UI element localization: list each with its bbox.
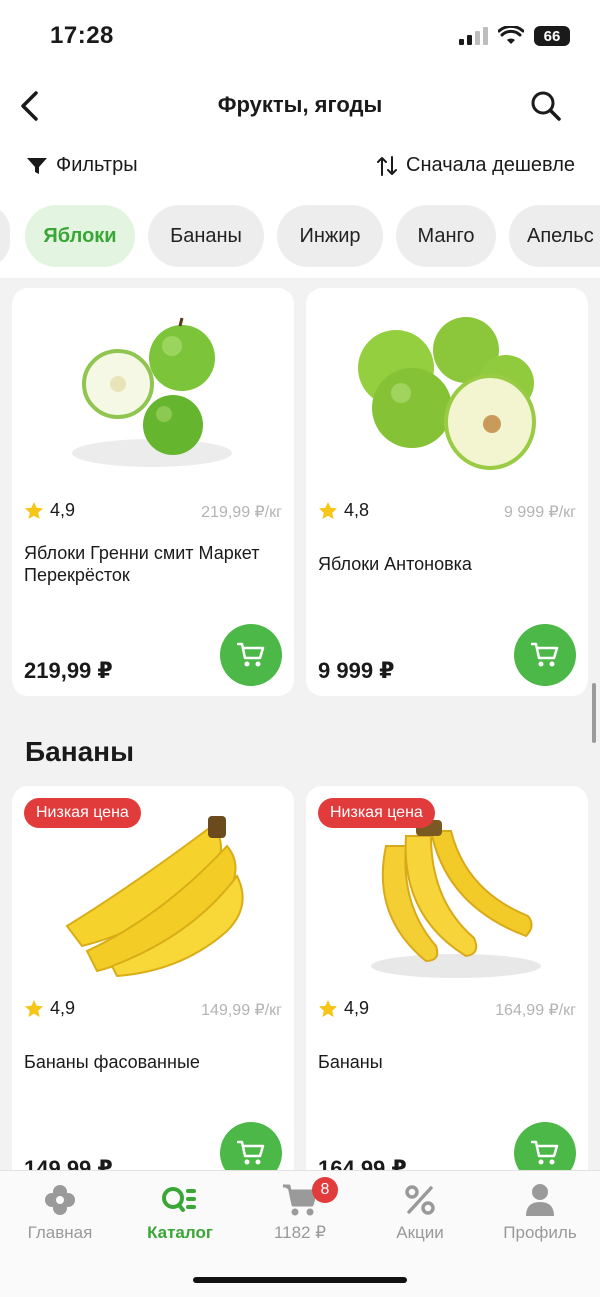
product-image-apples: [358, 317, 536, 470]
star-icon: [25, 999, 43, 1017]
rating-value: 4,9: [50, 998, 76, 1018]
product-price: 219,99 ₽: [24, 658, 113, 683]
filter-icon: [27, 157, 47, 174]
cart-count-badge: 8: [312, 1177, 338, 1203]
sort-button[interactable]: Сначала дешевле: [376, 154, 575, 177]
page-title: Фрукты, ягоды: [217, 92, 383, 117]
unit-price: 219,99 ₽/кг: [201, 504, 282, 521]
rating: 4,9: [24, 998, 75, 1019]
rating-value: 4,9: [344, 998, 370, 1018]
cart-icon: [531, 642, 559, 667]
status-time: 17:28: [50, 22, 114, 49]
sort-icon: [377, 155, 398, 176]
product-name: Бананы фасованные: [24, 1052, 200, 1072]
rating-value: 4,9: [50, 500, 76, 520]
product-card[interactable]: Низкая цена 4,9 149,99 ₽/кг Бананы фасов…: [12, 786, 294, 1206]
status-bar: 17:28 66: [0, 0, 600, 76]
tab-promos[interactable]: Акции: [360, 1181, 480, 1251]
wifi-icon: [498, 26, 524, 44]
search-icon: [531, 91, 561, 121]
scroll-indicator[interactable]: [592, 683, 596, 743]
unit-price: 164,99 ₽/кг: [495, 1002, 576, 1019]
chip-oranges[interactable]: Апельс: [509, 205, 600, 267]
search-button[interactable]: [530, 90, 562, 122]
filter-toolbar: Фильтры Сначала дешевле: [0, 136, 600, 196]
header: Фрукты, ягоды: [0, 76, 600, 136]
product-price: 9 999 ₽: [318, 658, 395, 683]
cart-icon: [531, 1140, 559, 1165]
status-icons: 66: [459, 26, 570, 46]
rating: 4,8: [318, 500, 369, 521]
tab-promos-label: Акции: [396, 1223, 444, 1242]
rating-value: 4,8: [344, 500, 370, 520]
chip-bananas[interactable]: Бананы: [148, 205, 264, 267]
product-name: Яблоки Антоновка: [318, 554, 472, 574]
section-title: Бананы: [25, 736, 135, 767]
unit-price: 9 999 ₽/кг: [504, 504, 576, 521]
add-to-cart-button[interactable]: [220, 624, 282, 686]
rating: 4,9: [318, 998, 369, 1019]
product-name: Бананы: [318, 1052, 383, 1072]
tab-home-label: Главная: [27, 1223, 93, 1242]
star-icon: [319, 999, 337, 1017]
tab-profile[interactable]: Профиль: [480, 1181, 600, 1251]
low-price-badge: Низкая цена: [24, 798, 141, 828]
tab-profile-label: Профиль: [503, 1223, 577, 1242]
product-card[interactable]: 4,8 9 999 ₽/кг Яблоки Антоновка 9 999 ₽: [306, 288, 588, 696]
star-icon: [319, 501, 337, 519]
product-image-green-apples: [72, 317, 232, 467]
tab-cart[interactable]: 8 1182 ₽: [240, 1177, 360, 1251]
product-name: Яблоки Гренни смит Маркет Перекрёсток: [24, 543, 260, 585]
battery-indicator: 66: [534, 26, 570, 46]
unit-price: 149,99 ₽/кг: [201, 1002, 282, 1019]
filters-label: Фильтры: [56, 154, 138, 176]
low-price-badge: Низкая цена: [318, 798, 435, 828]
chip-apples[interactable]: Яблоки: [25, 205, 135, 267]
product-card[interactable]: 4,9 219,99 ₽/кг Яблоки Гренни смит Марке…: [12, 288, 294, 696]
tab-catalog[interactable]: Каталог: [120, 1181, 240, 1251]
tab-cart-label: 1182 ₽: [273, 1223, 327, 1242]
product-card[interactable]: Низкая цена 4,9 164,99 ₽/кг Бананы 164,9…: [306, 786, 588, 1206]
category-chips: Яблоки Бананы Инжир Манго Апельс: [0, 196, 600, 278]
tab-catalog-label: Каталог: [147, 1223, 213, 1242]
chip-mango[interactable]: Манго: [396, 205, 496, 267]
filters-button[interactable]: Фильтры: [26, 154, 138, 177]
percent-icon: [405, 1185, 435, 1215]
profile-icon: [526, 1184, 554, 1216]
cart-icon: [237, 1140, 265, 1165]
sort-label: Сначала дешевле: [406, 154, 575, 176]
chip-figs[interactable]: Инжир: [277, 205, 383, 267]
signal-icon: [459, 27, 488, 45]
home-icon: [45, 1185, 75, 1215]
cart-icon: [237, 642, 265, 667]
home-indicator: [193, 1277, 407, 1283]
chip-partial[interactable]: [0, 205, 10, 267]
catalog-icon: [162, 1187, 196, 1212]
tab-home[interactable]: Главная: [0, 1181, 120, 1251]
rating: 4,9: [24, 500, 75, 521]
add-to-cart-button[interactable]: [514, 624, 576, 686]
star-icon: [25, 501, 43, 519]
